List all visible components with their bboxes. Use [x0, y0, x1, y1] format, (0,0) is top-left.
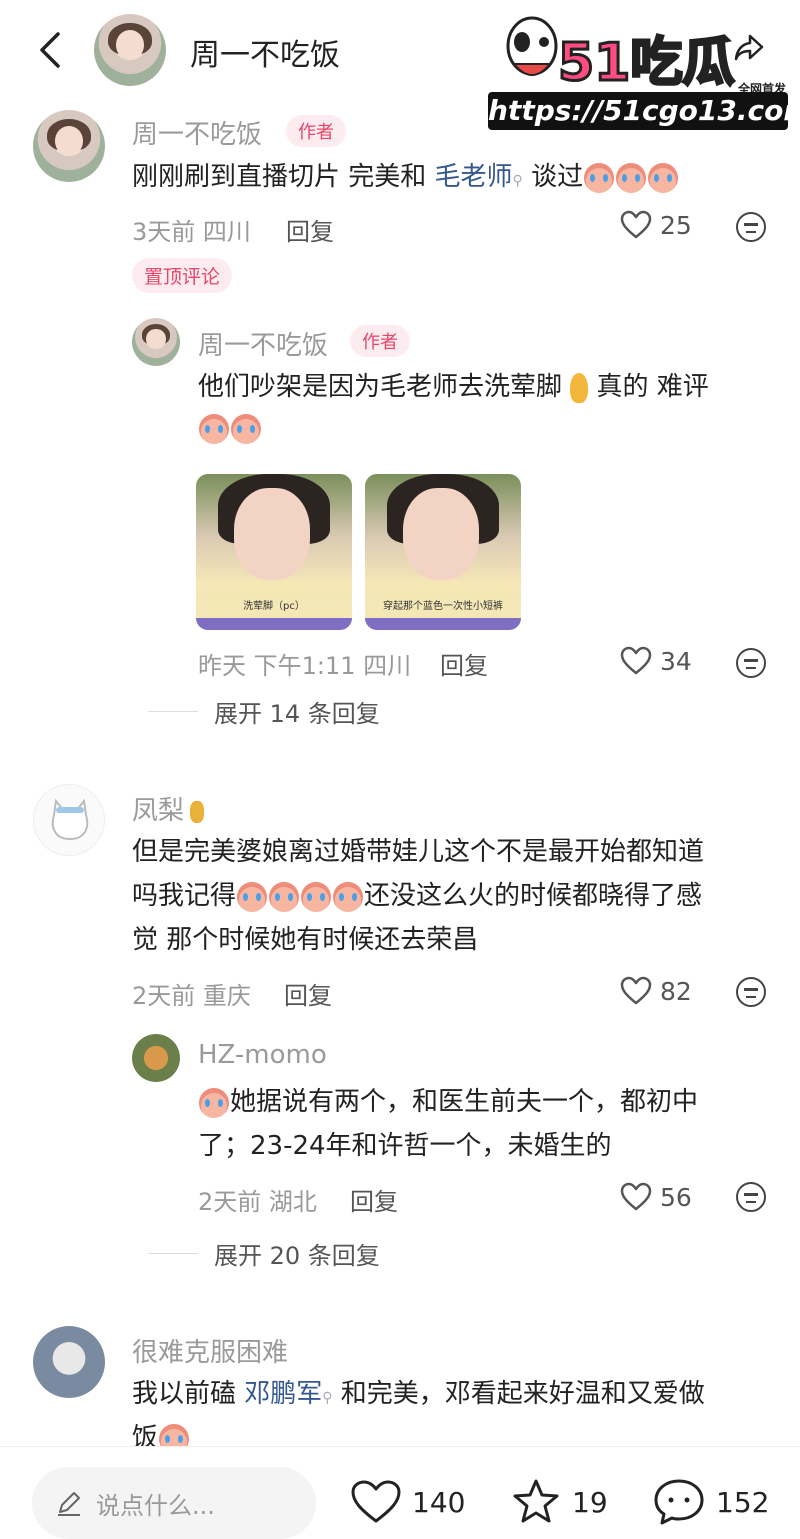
comment-meta: 3天前 四川: [132, 218, 251, 246]
likes-count: 140: [412, 1485, 466, 1519]
search-icon: ⚲: [322, 1390, 333, 1406]
foot-icon: [570, 372, 589, 403]
pencil-icon: [58, 1492, 80, 1516]
peach-sticker-icon: [301, 881, 332, 912]
react-icon[interactable]: [736, 212, 766, 242]
comment-text: 但是完美婆娘离过婚带娃儿这个不是最开始都知道: [132, 837, 705, 867]
comments-count: 152: [716, 1485, 770, 1519]
heart-icon: [620, 1182, 652, 1211]
comment-text: 吗我记得 还没这么火的时候都晓得了感: [132, 881, 703, 912]
react-icon[interactable]: [736, 648, 766, 678]
header-title: 周一不吃饭: [190, 38, 340, 73]
like-post-button[interactable]: 140: [350, 1479, 465, 1525]
watermark-logo: 51吃瓜 全网首发 https://51cgo13.com: [488, 12, 800, 130]
reply-button[interactable]: 回复: [284, 976, 332, 1011]
comment-input[interactable]: 说点什么...: [32, 1467, 316, 1539]
reply-text: 了；23-24年和许哲一个，未婚生的: [198, 1131, 612, 1161]
comment-bubble-icon: [654, 1479, 704, 1525]
like-count: 56: [660, 1182, 692, 1212]
like-count: 82: [660, 976, 692, 1006]
heart-icon: [620, 646, 652, 675]
heart-icon: [620, 976, 652, 1005]
peach-sticker-icon: [237, 881, 268, 912]
reply-text: 他们吵架是因为毛老师去洗荤脚 真的 难评: [198, 372, 709, 403]
peach-sticker-icon: [269, 881, 300, 912]
reply-stickers: [198, 414, 262, 444]
share-icon[interactable]: [732, 30, 766, 64]
comment-text: 刚刚刷到直播切片 完美和 毛老师⚲ 谈过: [132, 154, 679, 204]
crying-sticker-icon: [199, 1087, 229, 1118]
cat-avatar-icon: [51, 798, 89, 841]
avatar[interactable]: [33, 1326, 105, 1398]
crying-sticker-icon: [648, 162, 679, 193]
crying-sticker-icon: [231, 414, 261, 444]
divider: [148, 710, 198, 713]
header-avatar[interactable]: [94, 14, 166, 86]
reply-button[interactable]: 回复: [350, 1182, 398, 1217]
keyword-link[interactable]: 毛老师: [435, 162, 513, 192]
search-icon: ⚲: [512, 173, 523, 189]
mascot-icon: [506, 16, 558, 76]
divider: [148, 1252, 198, 1255]
comment-text: 觉 那个时候她有时候还去荣昌: [132, 925, 479, 955]
avatar[interactable]: [33, 784, 105, 856]
reply-button[interactable]: 回复: [440, 646, 488, 681]
avatar[interactable]: [33, 110, 105, 182]
comment-username[interactable]: 很难克服困难: [132, 1332, 288, 1369]
comment-text: 我以前磕 邓鹏军⚲ 和完美，邓看起来好温和又爱做: [132, 1379, 705, 1409]
reply-username[interactable]: HZ-momo: [198, 1040, 327, 1070]
reply-image[interactable]: 穿起那个蓝色一次性小短裤: [365, 474, 521, 630]
reply-button[interactable]: 回复: [286, 212, 334, 247]
expand-replies-button[interactable]: 展开 20 条回复: [148, 1236, 380, 1271]
reply-text: 她据说有两个，和医生前夫一个，都初中: [198, 1079, 698, 1125]
expand-replies-button[interactable]: 展开 14 条回复: [148, 694, 380, 729]
like-count: 34: [660, 646, 692, 676]
heart-icon: [620, 210, 652, 239]
reply-image[interactable]: 洗荤脚（pc）: [196, 474, 352, 630]
reply-meta: 2天前 湖北: [198, 1188, 317, 1216]
keyword-link[interactable]: 邓鹏军: [244, 1379, 322, 1409]
like-button[interactable]: 34: [620, 646, 692, 676]
like-count: 25: [660, 210, 692, 240]
crying-sticker-icon: [584, 162, 615, 193]
comment-input-placeholder: 说点什么...: [96, 1491, 215, 1520]
pineapple-icon: [190, 800, 205, 823]
comment-username[interactable]: 周一不吃饭: [132, 114, 262, 151]
favorite-button[interactable]: 19: [510, 1477, 608, 1527]
bottom-action-bar: 说点什么... 140 19 152: [0, 1446, 800, 1539]
author-badge: 作者: [350, 325, 410, 357]
author-badge: 作者: [286, 115, 346, 147]
back-icon[interactable]: [34, 30, 70, 70]
comment-meta: 2天前 重庆: [132, 982, 251, 1010]
heart-icon: [351, 1480, 401, 1523]
avatar[interactable]: [132, 1034, 180, 1082]
reply-username[interactable]: 周一不吃饭: [198, 325, 328, 362]
watermark-url: https://51cgo13.com: [488, 92, 800, 130]
like-button[interactable]: 25: [620, 210, 692, 240]
favorites-count: 19: [572, 1485, 608, 1519]
star-icon: [513, 1479, 559, 1523]
like-button[interactable]: 56: [620, 1182, 692, 1212]
react-icon[interactable]: [736, 1182, 766, 1212]
crying-sticker-icon: [616, 162, 647, 193]
avatar[interactable]: [132, 318, 180, 366]
watermark-brand: 51吃瓜: [556, 32, 735, 95]
reply-meta: 昨天 下午1:11 四川: [198, 652, 412, 680]
comments-button[interactable]: 152: [652, 1477, 769, 1527]
crying-sticker-icon: [199, 414, 229, 444]
pinned-badge: 置顶评论: [132, 258, 233, 293]
comment-username[interactable]: 凤梨: [132, 790, 205, 827]
like-button[interactable]: 82: [620, 976, 692, 1006]
peach-sticker-icon: [333, 881, 364, 912]
react-icon[interactable]: [736, 977, 766, 1007]
